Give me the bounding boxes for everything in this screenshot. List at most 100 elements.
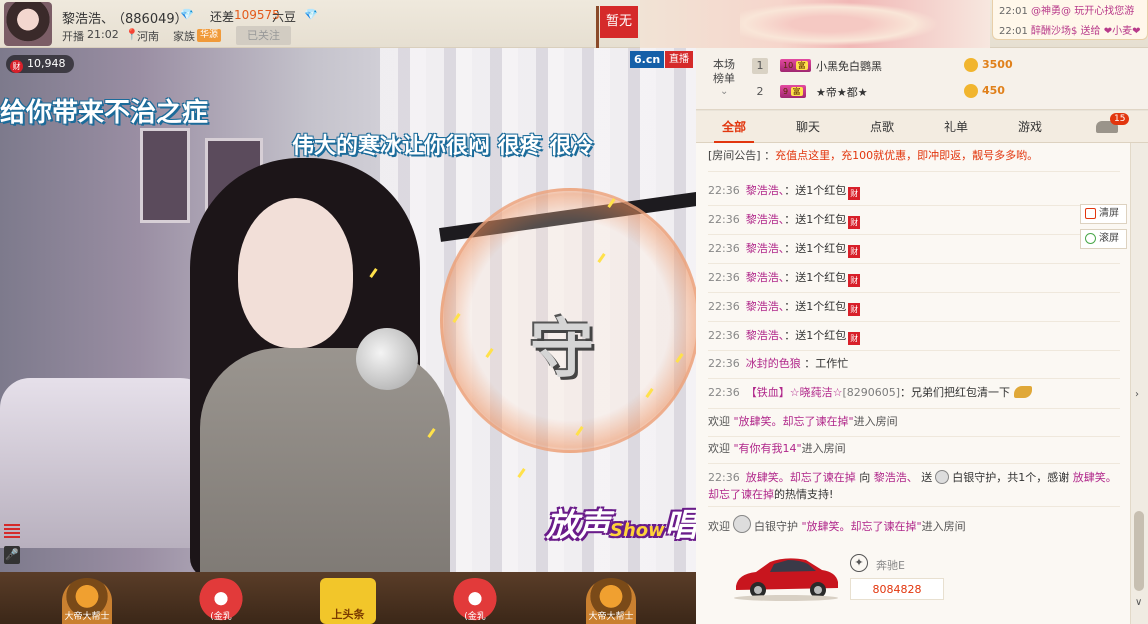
- gift-item[interactable]: 大帝大帮士: [62, 578, 112, 624]
- notice-label: [房间公告] ：: [708, 149, 776, 162]
- divider: [708, 205, 1120, 206]
- wealth-badge: 财 10,948: [6, 55, 74, 73]
- streamer-body: [200, 348, 450, 572]
- red-packet-icon[interactable]: 财: [848, 187, 861, 200]
- tab-all[interactable]: 全部: [704, 111, 764, 143]
- lyric-line: 伟大的寒冰让你很闷 很疼 很冷: [292, 134, 594, 159]
- chevron-right-icon[interactable]: ›: [1135, 389, 1139, 400]
- car-price: 8084828: [850, 578, 944, 600]
- level-tag: 富: [790, 87, 803, 96]
- scroll-thumb[interactable]: [1134, 511, 1144, 591]
- rank-user-name[interactable]: 小黑免白鹦黑: [816, 58, 882, 74]
- streamer-name[interactable]: 黎浩浩、: [62, 8, 114, 27]
- headline-button[interactable]: 上头条: [320, 578, 376, 624]
- message-text: 白银守护，共1个，感谢: [952, 471, 1070, 484]
- divider: [708, 234, 1120, 235]
- welcome-user[interactable]: "放肆笑。却忘了谏在掉": [734, 415, 854, 428]
- hand-emoji-icon: [1013, 386, 1032, 398]
- chat-message: 22:36 黎浩浩、：送1个红包财: [708, 329, 861, 345]
- room-notice: [房间公告] ：充值点这里，充100就优惠，即冲即返，靓号多多哟。: [708, 149, 1120, 163]
- rank-value: 450: [982, 84, 1005, 97]
- message-user[interactable]: 冰封的色狼: [746, 357, 801, 370]
- tab-songs[interactable]: 点歌: [852, 111, 912, 143]
- gift-label: (金乳: [210, 612, 232, 622]
- message-user[interactable]: 黎浩浩、: [746, 184, 785, 197]
- message-time: 22:36: [708, 357, 740, 370]
- diamond-icon: 💎: [304, 8, 318, 21]
- rank-number: 1: [752, 58, 768, 74]
- gift-item[interactable]: (金乳: [450, 578, 500, 624]
- message-user[interactable]: 黎浩浩、: [746, 329, 785, 342]
- notice-text[interactable]: 充值点这里，充100就优惠，即冲即返，靓号多多哟。: [775, 149, 1038, 162]
- rank-user-name[interactable]: ★帝★都★: [816, 84, 868, 100]
- message-text: 送1个红包: [795, 184, 847, 197]
- tab-games[interactable]: 游戏: [1000, 111, 1060, 143]
- ranking-row[interactable]: 1 10 富 小黑免白鹦黑 3500: [752, 55, 1142, 77]
- message-time: 22:36: [708, 329, 740, 342]
- chat-scrollbar[interactable]: › ∨: [1130, 143, 1148, 624]
- show-logo-end: 唱: [664, 506, 696, 544]
- shield-icon: [935, 470, 950, 484]
- guard-orb-char: 守: [530, 312, 594, 387]
- welcome-user[interactable]: "有你有我14": [734, 442, 802, 455]
- message-user-id: [8290605]: [842, 386, 901, 399]
- message-text: 送1个红包: [795, 242, 847, 255]
- red-packet-icon[interactable]: 财: [848, 274, 861, 287]
- bed: [0, 378, 220, 548]
- chevron-down-icon[interactable]: ⌄: [720, 86, 728, 97]
- message-user[interactable]: 黎浩浩、: [746, 213, 785, 226]
- red-packet-icon[interactable]: 财: [848, 216, 861, 229]
- family-badge[interactable]: 华源: [197, 29, 222, 42]
- message-user[interactable]: 【铁血】☆晓莼洁☆: [746, 386, 843, 399]
- ticker-text[interactable]: @神勇@ 玩开心找您游: [1031, 6, 1134, 17]
- banner-decoration: [740, 2, 940, 46]
- car-image: [734, 558, 838, 601]
- family-label: 家族: [173, 30, 195, 43]
- tab-gift-list[interactable]: 礼单: [926, 111, 986, 143]
- ticker-text[interactable]: 醉酬沙场$ 送给 ❤小麦❤: [1031, 26, 1140, 37]
- show-logo-main: 放声: [546, 506, 611, 544]
- message-user[interactable]: 黎浩浩、: [746, 271, 785, 284]
- red-packet-icon[interactable]: 财: [848, 303, 861, 316]
- red-packet-icon[interactable]: 财: [848, 245, 861, 258]
- message-user[interactable]: 黎浩浩、: [746, 242, 785, 255]
- menu-icon[interactable]: [4, 524, 20, 540]
- ranking-row[interactable]: 2 9 富 ★帝★都★ 450: [752, 81, 1142, 103]
- welcome-suffix: 进入房间: [853, 415, 898, 428]
- message-user[interactable]: 放肆笑。却忘了谏在掉: [746, 471, 856, 484]
- message-text: 向: [859, 471, 871, 484]
- rich-icon: 财: [10, 60, 23, 73]
- message-time: 22:36: [708, 184, 740, 197]
- start-label: 开播: [62, 30, 84, 43]
- diamond-icon: 💎: [180, 8, 194, 21]
- gift-item[interactable]: (金乳: [196, 578, 246, 624]
- chevron-down-icon[interactable]: ∨: [1135, 597, 1142, 608]
- divider: [708, 350, 1120, 351]
- live-badge: 直播: [665, 51, 693, 68]
- auto-scroll-button[interactable]: 滚屏: [1080, 229, 1127, 249]
- follow-button[interactable]: 已关注: [236, 26, 291, 45]
- wealth-count: 10,948: [27, 57, 66, 70]
- clear-screen-button[interactable]: 清屏: [1080, 204, 1127, 224]
- welcome-prefix: 欢迎: [708, 442, 730, 455]
- level-badge: 10 富: [780, 59, 811, 72]
- gift-bar: 大帝大帮士 (金乳 上头条 (金乳 大帝大帮士: [0, 572, 696, 624]
- message-time: 22:36: [708, 300, 740, 313]
- gift-ticker: 22:01 @神勇@ 玩开心找您游 22:01 醉酬沙场$ 送给 ❤小麦❤: [992, 0, 1148, 40]
- mic-icon[interactable]: 🎤: [4, 546, 20, 564]
- car-entry-card[interactable]: ✦ 奔驰E 8084828: [730, 548, 960, 612]
- message-user[interactable]: 黎浩浩、: [746, 300, 785, 313]
- rank-number: 2: [756, 85, 764, 98]
- live-video[interactable]: 守 给你带来不治之症 伟大的寒冰让你很闷 很疼 很冷 财 10,948 6.cn …: [0, 48, 696, 572]
- red-packet-icon[interactable]: 财: [848, 332, 861, 345]
- level-tag: 富: [795, 61, 808, 70]
- divider: [708, 408, 1120, 409]
- ticker-time: 22:01: [999, 26, 1028, 37]
- gift-item[interactable]: 大帝大帮士: [586, 578, 636, 624]
- streamer-avatar[interactable]: [4, 2, 52, 46]
- welcome-user[interactable]: "放肆笑。却忘了谏在掉": [802, 520, 922, 533]
- divider: [708, 378, 1120, 379]
- message-user[interactable]: 黎浩浩、: [874, 471, 918, 484]
- pause-flag[interactable]: 暂无: [596, 6, 638, 52]
- tab-chat[interactable]: 聊天: [778, 111, 838, 143]
